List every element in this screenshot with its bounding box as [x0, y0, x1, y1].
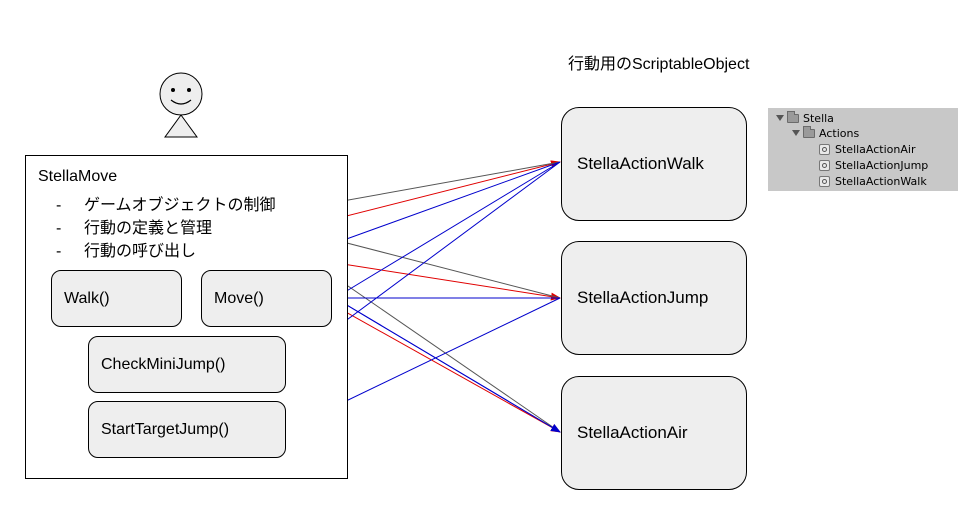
bullet-dash: - [56, 197, 62, 214]
hierarchy-item-label: StellaActionAir [835, 142, 916, 156]
expand-arrow-icon[interactable] [792, 130, 800, 136]
expand-arrow-icon[interactable] [776, 115, 784, 121]
folder-icon [787, 110, 799, 123]
hierarchy-row-root[interactable]: Stella [776, 110, 834, 125]
hierarchy-item[interactable]: StellaActionWalk [819, 174, 927, 188]
bullet-define: - 行動の定義と管理 [56, 214, 212, 238]
move-method-box[interactable]: Move() [201, 270, 332, 327]
stella-action-walk-box[interactable]: StellaActionWalk [561, 107, 747, 221]
bullet-dash: - [56, 220, 62, 237]
hierarchy-folder-label: Actions [819, 126, 860, 140]
hierarchy-item[interactable]: StellaActionAir [819, 142, 915, 156]
folder-icon [803, 125, 815, 138]
bullet-text: 行動の呼び出し [84, 243, 197, 260]
project-hierarchy-panel: Stella Actions StellaActionAir StellaAct… [768, 108, 958, 191]
stella-action-jump-box[interactable]: StellaActionJump [561, 241, 747, 355]
bullet-text: ゲームオブジェクトの制御 [84, 197, 276, 214]
hierarchy-item-label: StellaActionWalk [835, 174, 927, 188]
bullet-control: - ゲームオブジェクトの制御 [56, 191, 276, 215]
bullet-text: 行動の定義と管理 [84, 220, 213, 237]
stella-move-title: StellaMove [38, 168, 118, 185]
start-target-jump-method-box[interactable]: StartTargetJump() [88, 401, 286, 458]
hierarchy-item[interactable]: StellaActionJump [819, 158, 928, 172]
walk-method-box[interactable]: Walk() [51, 270, 182, 327]
scriptable-object-icon [819, 175, 830, 187]
person-icon [159, 72, 203, 138]
scriptable-object-icon [819, 143, 830, 155]
scriptable-object-caption: 行動用のScriptableObject [568, 56, 750, 73]
bullet-dash: - [56, 243, 62, 260]
check-mini-jump-method-box[interactable]: CheckMiniJump() [88, 336, 286, 393]
scriptable-object-icon [819, 159, 830, 171]
move-to-air-arrow [334, 297, 561, 433]
stella-action-air-box[interactable]: StellaActionAir [561, 376, 747, 490]
hierarchy-item-label: StellaActionJump [835, 158, 929, 172]
hierarchy-root-label: Stella [803, 111, 834, 125]
hierarchy-row-actions[interactable]: Actions [792, 125, 860, 140]
bullet-call: - 行動の呼び出し [56, 237, 196, 261]
